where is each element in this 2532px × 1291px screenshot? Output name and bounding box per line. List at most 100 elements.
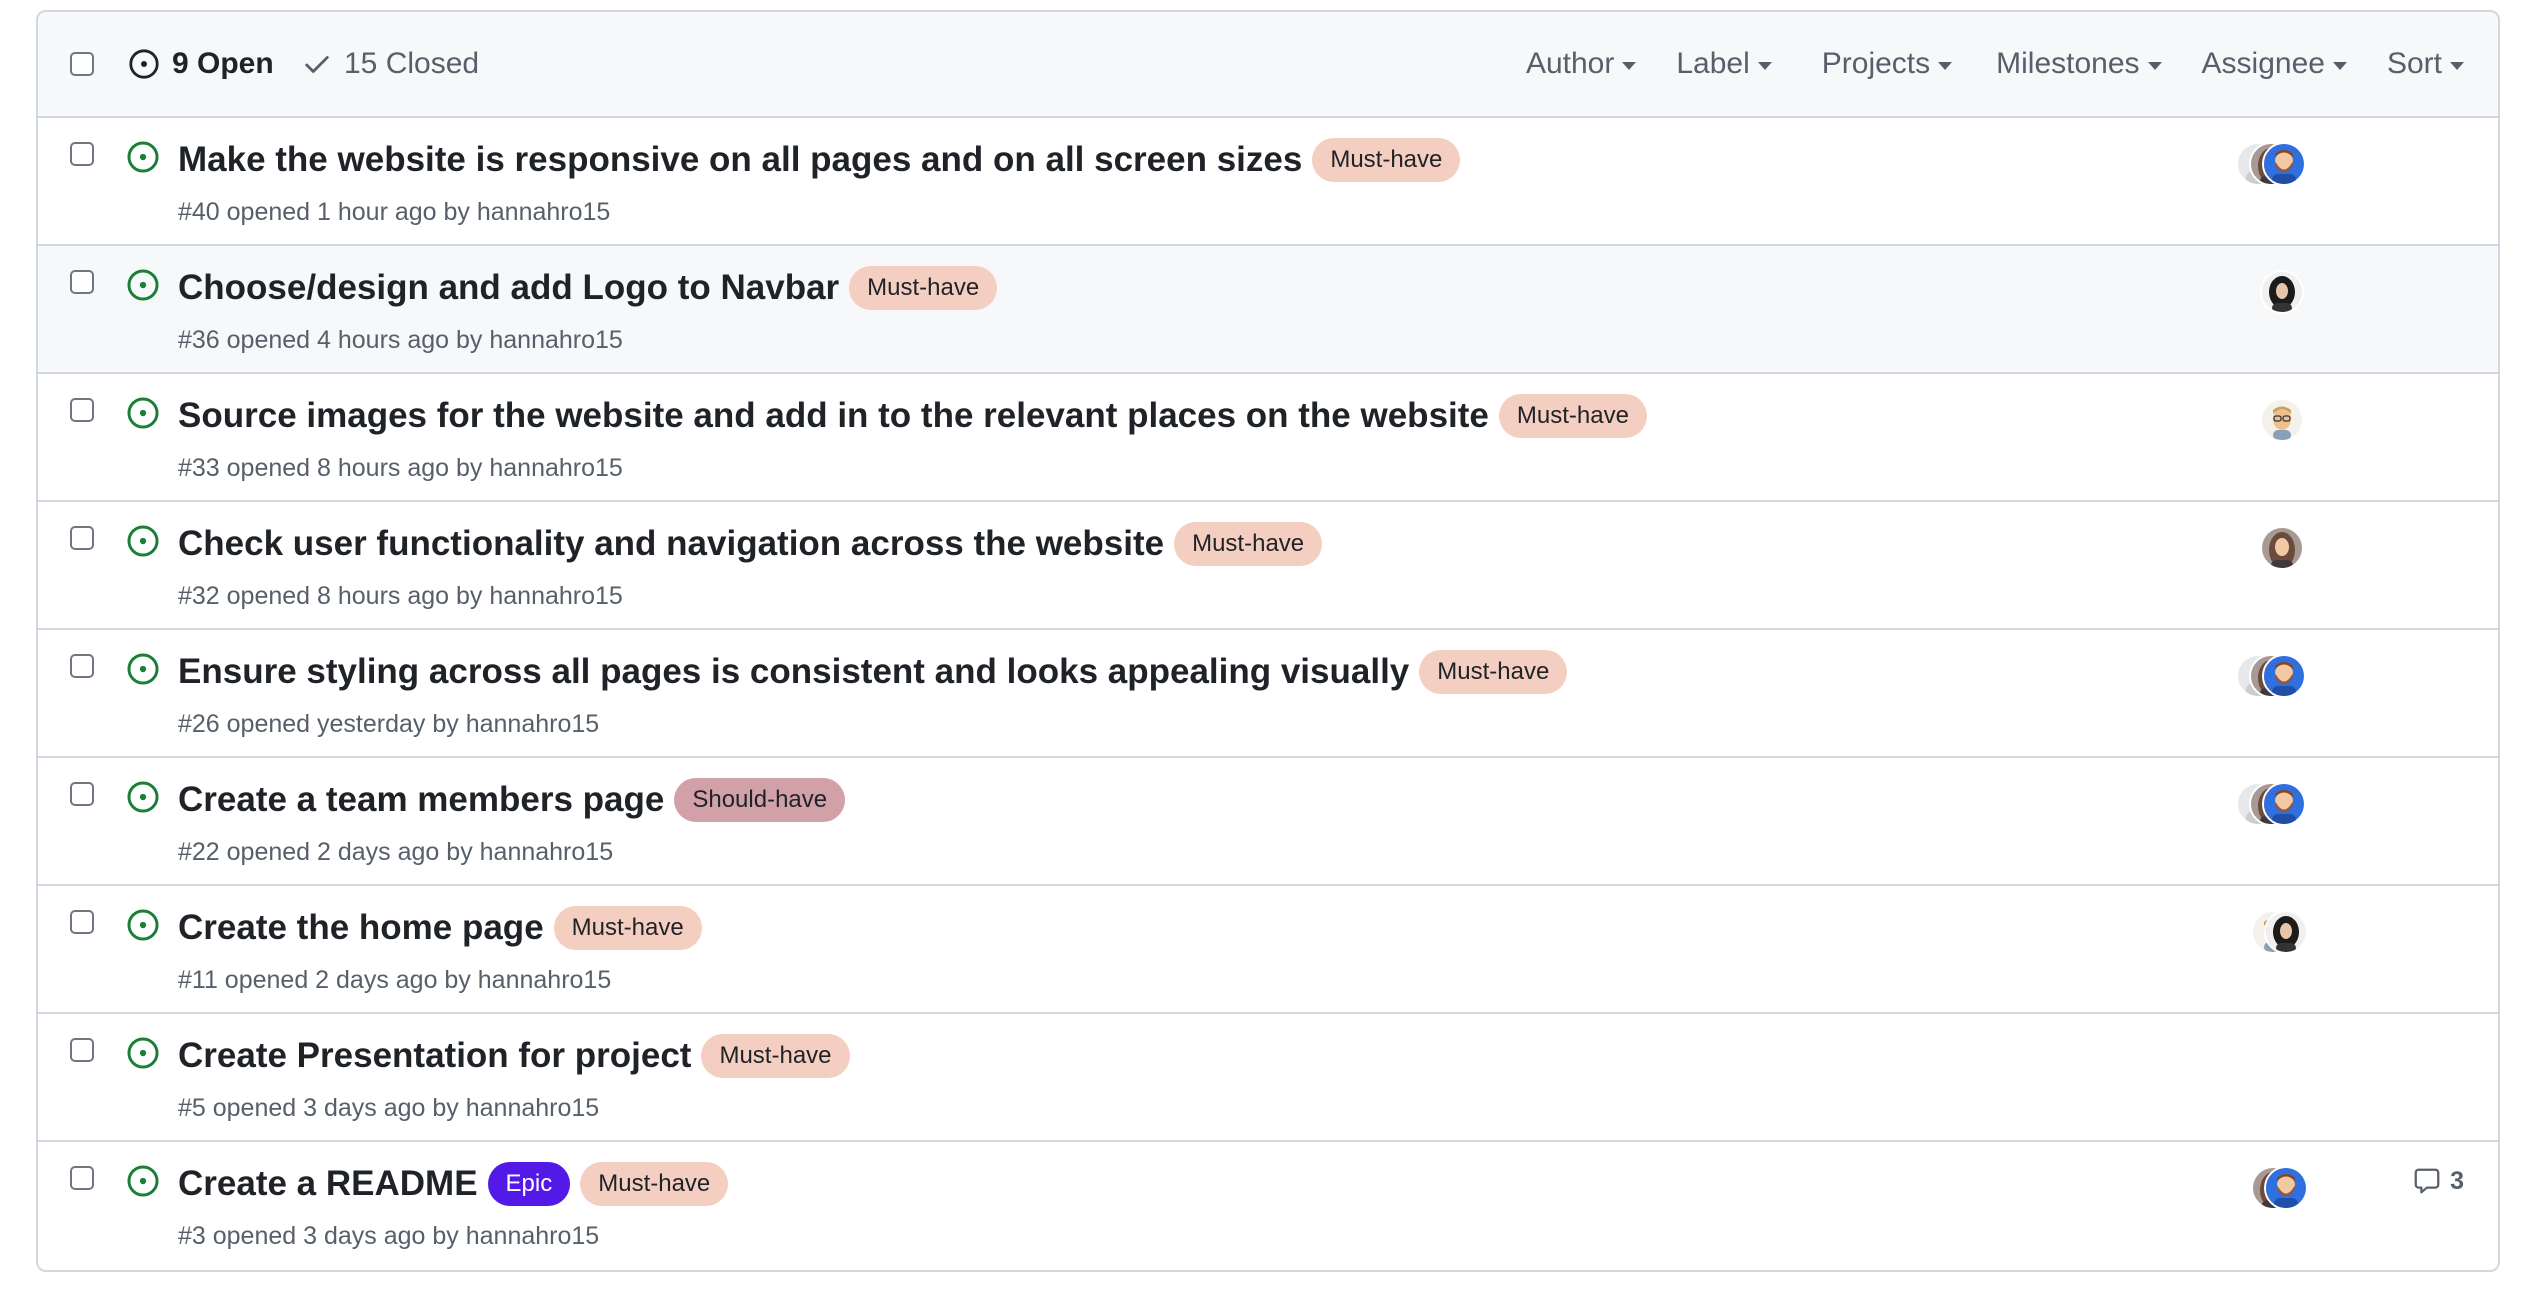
issue-checkbox[interactable] xyxy=(70,526,94,550)
filter-milestones[interactable]: Milestones xyxy=(1996,47,2162,81)
issue-meta: #40 opened 1 hour ago by hannahro15 xyxy=(178,198,611,226)
comments-link[interactable]: 3 xyxy=(2412,1166,2464,1196)
issue-label-epic[interactable]: Epic xyxy=(487,1162,571,1206)
issue-opened-icon xyxy=(126,524,160,563)
issue-checkbox[interactable] xyxy=(70,142,94,166)
avatar[interactable] xyxy=(2264,1166,2308,1210)
issue-checkbox[interactable] xyxy=(70,1038,94,1062)
issue-meta: #22 opened 2 days ago by hannahro15 xyxy=(178,838,614,866)
issue-title-line: Create the home page Must-have xyxy=(178,906,702,950)
filter-label[interactable]: Label xyxy=(1676,47,1772,81)
issue-opened-icon xyxy=(126,268,160,307)
issue-checkbox[interactable] xyxy=(70,654,94,678)
issues-list: 9 Open 15 Closed Author Label Projects Mile… xyxy=(36,10,2500,1272)
issue-opened-icon xyxy=(126,1164,160,1203)
issue-meta: #11 opened 2 days ago by hannahro15 xyxy=(178,966,612,994)
comment-count: 3 xyxy=(2450,1166,2464,1195)
filter-sort[interactable]: Sort xyxy=(2387,47,2464,81)
avatar[interactable] xyxy=(2264,910,2308,954)
issue-title-link[interactable]: Create a README xyxy=(178,1164,478,1204)
issue-row[interactable]: Create a team members page Should-have #22… xyxy=(38,758,2498,886)
issue-title-link[interactable]: Choose/design and add Logo to Navbar xyxy=(178,268,839,308)
filter-assignee-label: Assignee xyxy=(2201,47,2325,80)
avatar[interactable] xyxy=(2260,526,2304,570)
filter-author-label: Author xyxy=(1525,47,1615,80)
caret-down-icon xyxy=(2147,62,2162,70)
filter-bar: Author Label Projects Milestones Assignee Sor… xyxy=(1526,12,2498,116)
filter-milestones-label: Milestones xyxy=(1996,47,2140,80)
filter-projects[interactable]: Projects xyxy=(1821,47,1953,81)
filter-assignee[interactable]: Assignee xyxy=(2202,47,2347,81)
issue-label-must[interactable]: Must-have xyxy=(1498,394,1647,438)
issue-title-link[interactable]: Ensure styling across all pages is consi… xyxy=(178,652,1409,692)
issue-title-line: Ensure styling across all pages is consi… xyxy=(178,650,1568,694)
issue-label-must[interactable]: Must-have xyxy=(580,1162,729,1206)
issue-row[interactable]: Choose/design and add Logo to Navbar Must… xyxy=(38,246,2498,374)
issue-label-must[interactable]: Must-have xyxy=(553,906,702,950)
issue-label-must[interactable]: Must-have xyxy=(1419,650,1568,694)
issue-opened-icon xyxy=(126,780,160,819)
issue-row[interactable]: Source images for the website and add in… xyxy=(38,374,2498,502)
avatar[interactable] xyxy=(2260,398,2304,442)
closed-count: 15 Closed xyxy=(344,47,480,80)
issue-title-link[interactable]: Create a team members page xyxy=(178,780,664,820)
avatar[interactable] xyxy=(2262,142,2306,186)
issue-opened-icon xyxy=(126,908,160,947)
open-count: 9 Open xyxy=(172,47,274,80)
issue-rows: Make the website is responsive on all pa… xyxy=(38,118,2498,1270)
issue-row[interactable]: Create a README Epic Must-have #3 opened 3 … xyxy=(38,1142,2498,1270)
issue-row[interactable]: Create the home page Must-have #11 opened … xyxy=(38,886,2498,1014)
issue-title-link[interactable]: Make the website is responsive on all pa… xyxy=(178,140,1302,180)
issue-checkbox[interactable] xyxy=(70,782,94,806)
issue-label-must[interactable]: Must-have xyxy=(849,266,998,310)
issue-meta: #32 opened 8 hours ago by hannahro15 xyxy=(178,582,623,610)
issue-row[interactable]: Check user functionality and navigation … xyxy=(38,502,2498,630)
caret-down-icon xyxy=(1757,62,1772,70)
issue-checkbox[interactable] xyxy=(70,398,94,422)
select-all-checkbox[interactable] xyxy=(70,52,94,76)
closed-issues-filter[interactable]: 15 Closed xyxy=(302,12,479,116)
issue-checkbox[interactable] xyxy=(70,270,94,294)
issue-title-line: Choose/design and add Logo to Navbar Must… xyxy=(178,266,998,310)
issue-title-line: Create a README Epic Must-have xyxy=(178,1162,729,1206)
issue-opened-icon xyxy=(126,396,160,435)
issue-title-link[interactable]: Check user functionality and navigation … xyxy=(178,524,1164,564)
check-icon xyxy=(305,56,329,73)
issue-title-line: Create Presentation for project Must-have xyxy=(178,1034,850,1078)
issue-row[interactable]: Ensure styling across all pages is consi… xyxy=(38,630,2498,758)
issue-label-must[interactable]: Must-have xyxy=(701,1034,850,1078)
filter-sort-label: Sort xyxy=(2386,47,2442,80)
filter-author[interactable]: Author xyxy=(1525,47,1637,81)
issue-title-line: Create a team members page Should-have xyxy=(178,778,846,822)
comment-icon xyxy=(2414,1168,2440,1194)
issue-title-link[interactable]: Create Presentation for project xyxy=(178,1036,691,1076)
issue-label-should[interactable]: Should-have xyxy=(674,778,846,822)
avatar[interactable] xyxy=(2262,782,2306,826)
issue-meta: #36 opened 4 hours ago by hannahro15 xyxy=(178,326,623,354)
caret-down-icon xyxy=(1938,62,1953,70)
caret-down-icon xyxy=(2332,62,2347,70)
issue-title-line: Source images for the website and add in… xyxy=(178,394,1647,438)
issue-title-link[interactable]: Create the home page xyxy=(178,908,544,948)
issue-meta: #26 opened yesterday by hannahro15 xyxy=(178,710,600,738)
issue-meta: #33 opened 8 hours ago by hannahro15 xyxy=(178,454,623,482)
issue-row[interactable]: Create Presentation for project Must-have… xyxy=(38,1014,2498,1142)
issue-opened-icon xyxy=(126,652,160,691)
issue-checkbox[interactable] xyxy=(70,1166,94,1190)
issue-title-line: Check user functionality and navigation … xyxy=(178,522,1323,566)
issue-opened-icon xyxy=(126,1036,160,1075)
caret-down-icon xyxy=(2450,62,2464,70)
avatar[interactable] xyxy=(2262,654,2306,698)
issue-label-must[interactable]: Must-have xyxy=(1312,138,1461,182)
open-issues-filter[interactable]: 9 Open xyxy=(128,12,274,116)
issue-title-link[interactable]: Source images for the website and add in… xyxy=(178,396,1489,436)
issues-list-header: 9 Open 15 Closed Author Label Projects Mile… xyxy=(38,12,2498,118)
issue-checkbox[interactable] xyxy=(70,910,94,934)
issue-meta: #5 opened 3 days ago by hannahro15 xyxy=(178,1094,600,1122)
issue-label-must[interactable]: Must-have xyxy=(1174,522,1323,566)
avatar[interactable] xyxy=(2260,270,2304,314)
issue-opened-icon xyxy=(129,49,159,79)
filter-projects-label: Projects xyxy=(1821,47,1931,80)
issue-row[interactable]: Make the website is responsive on all pa… xyxy=(38,118,2498,246)
filter-label-label: Label xyxy=(1676,47,1750,80)
